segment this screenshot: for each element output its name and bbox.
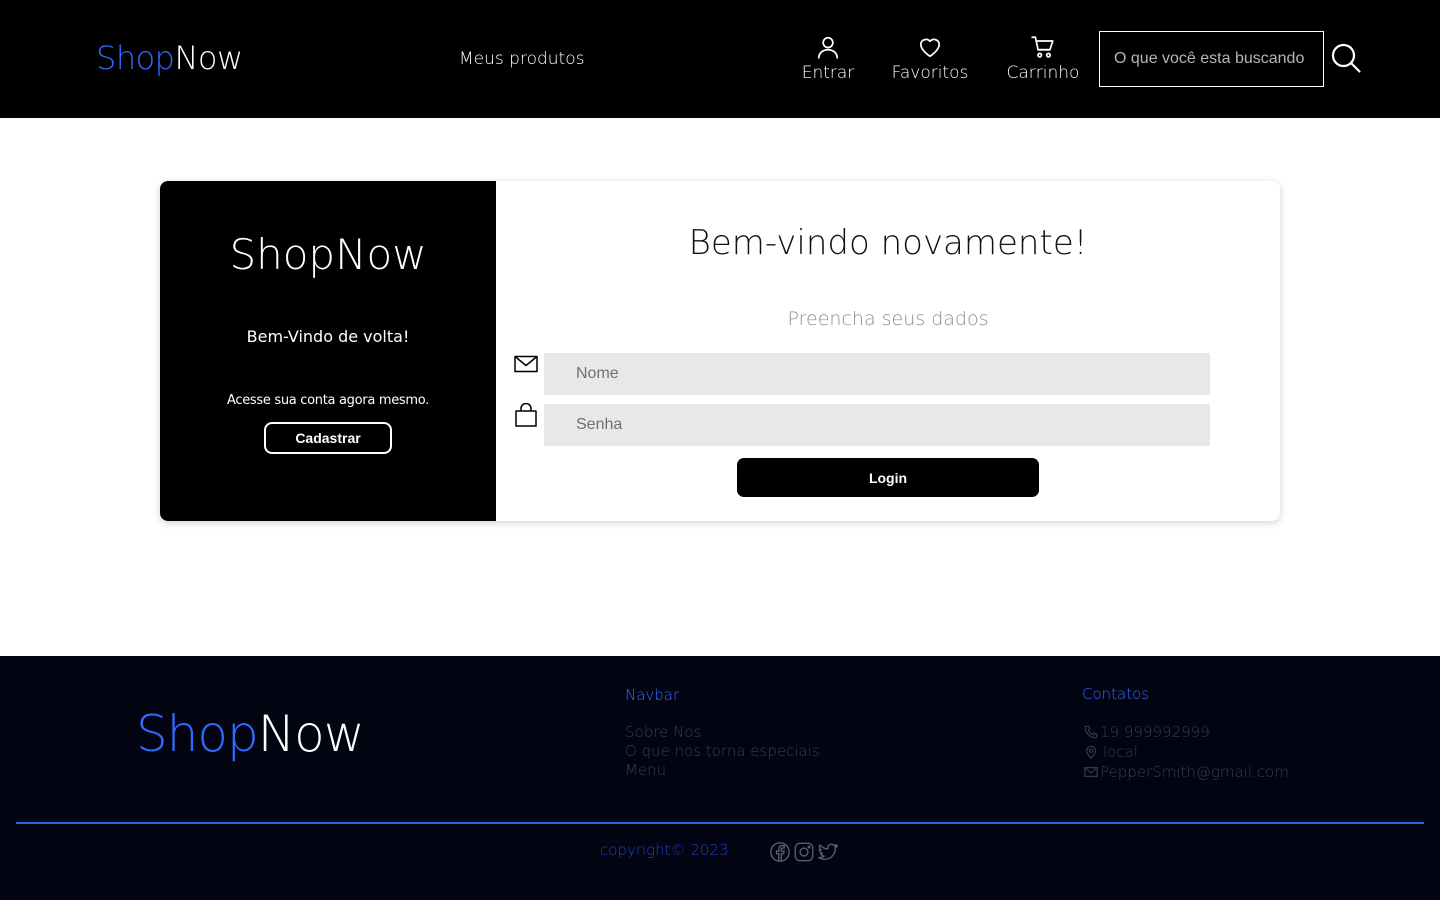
welcome-panel-subtitle: Bem-Vindo de volta!	[246, 327, 410, 346]
contact-location: local	[1084, 742, 1289, 762]
footer-contacts-title: Contatos	[1082, 685, 1150, 703]
favorites-label: Favoritos	[891, 63, 969, 83]
footer-nav-item[interactable]: O que nos torna especiais	[625, 742, 820, 761]
search-input[interactable]	[1100, 32, 1323, 86]
phone-icon	[1084, 725, 1098, 739]
facebook-icon[interactable]	[769, 841, 791, 863]
copyright-text: copyright© 2023	[600, 841, 729, 859]
login-title: Bem-vindo novamente!	[688, 223, 1088, 263]
search-icon	[1331, 43, 1361, 73]
login-button[interactable]: Entrar	[800, 34, 856, 84]
top-navbar: ShopNow Meus produtos Entrar Favoritos C…	[0, 0, 1440, 118]
contact-phone-text: 19 999992999	[1100, 723, 1210, 741]
footer-divider	[16, 822, 1424, 824]
password-input[interactable]	[544, 404, 1210, 446]
location-pin-icon	[1086, 745, 1096, 759]
search-button[interactable]	[1330, 42, 1362, 74]
welcome-panel-text: Acesse sua conta agora mesmo.	[226, 393, 429, 408]
contact-phone: 19 999992999	[1084, 722, 1289, 742]
search-box	[1099, 31, 1324, 87]
login-submit-button[interactable]: Login	[737, 458, 1039, 497]
heart-icon	[919, 38, 941, 58]
login-form: Bem-vindo novamente! Preencha seus dados…	[496, 181, 1280, 521]
name-input[interactable]	[544, 353, 1210, 395]
favorites-button[interactable]: Favoritos	[889, 34, 971, 84]
register-button[interactable]: Cadastrar	[264, 422, 392, 454]
cart-icon	[1031, 36, 1054, 58]
login-subtitle: Preencha seus dados	[787, 308, 989, 330]
instagram-icon[interactable]	[793, 841, 815, 863]
contact-email: PepperSmith@gmail.com	[1084, 762, 1289, 782]
logo-now-text: Now	[174, 39, 243, 77]
cart-label: Carrinho	[1006, 63, 1080, 83]
cart-button[interactable]: Carrinho	[1004, 34, 1082, 84]
footer-nav-list: Sobre Nos O que nos torna especiais Menu	[625, 723, 820, 780]
password-field	[544, 404, 1210, 446]
header-logo[interactable]: ShopNow	[96, 38, 243, 78]
footer-logo-shop-text: Shop	[136, 705, 259, 763]
lock-icon	[515, 403, 537, 427]
login-card: ShopNow Bem-Vindo de volta! Acesse sua c…	[160, 181, 1280, 521]
logo-shop-text: Shop	[96, 39, 175, 77]
login-label: Entrar	[801, 63, 855, 83]
footer-nav-item[interactable]: Menu	[625, 761, 820, 780]
contact-location-text: local	[1103, 743, 1138, 761]
welcome-panel-title: ShopNow	[229, 230, 427, 279]
footer-nav-item[interactable]: Sobre Nos	[625, 723, 820, 742]
footer-contacts-list: 19 999992999 local PepperSmith@gmail.com	[1084, 722, 1289, 782]
welcome-panel: ShopNow Bem-Vindo de volta! Acesse sua c…	[160, 181, 496, 521]
social-links	[769, 841, 839, 863]
footer-logo[interactable]: ShopNow	[136, 705, 365, 763]
mail-icon	[1084, 767, 1098, 777]
name-field	[544, 353, 1210, 395]
mail-icon	[514, 355, 538, 373]
footer-nav-title: Navbar	[625, 686, 680, 704]
nav-my-products-link[interactable]: Meus produtos	[459, 47, 584, 71]
contact-email-text[interactable]: PepperSmith@gmail.com	[1100, 762, 1289, 782]
footer-logo-now-text: Now	[257, 705, 365, 763]
user-icon	[817, 36, 839, 59]
footer: ShopNow Navbar Sobre Nos O que nos torna…	[0, 656, 1440, 900]
twitter-icon[interactable]	[817, 841, 839, 863]
